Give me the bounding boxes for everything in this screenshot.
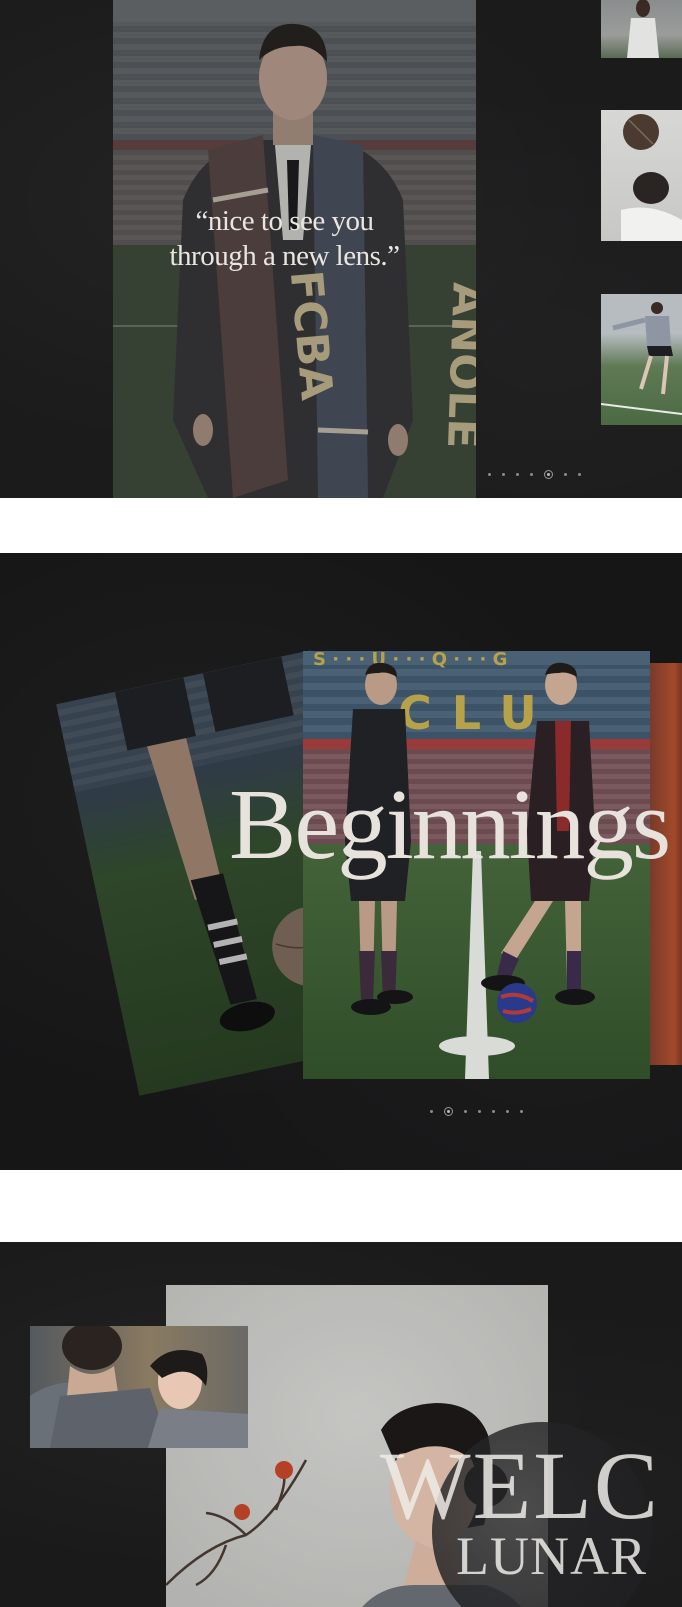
section-heading: Beginnings	[229, 768, 671, 880]
beginnings-section: CLU S · · · U · · · Q · · · G Beginnings	[0, 553, 682, 1170]
quote-section: FCBA ANOLE “nice to see you through a ne…	[0, 0, 682, 498]
thumbnail-player-ball[interactable]	[601, 110, 682, 241]
thumbnail-player-kick[interactable]	[601, 294, 682, 425]
carousel-dot[interactable]	[577, 473, 581, 476]
section-heading-line-2: LUNAR	[456, 1526, 647, 1586]
thumb-figure	[601, 302, 682, 415]
thumb-figure	[627, 0, 659, 58]
carousel-dot-active[interactable]	[543, 470, 553, 479]
carousel-dot[interactable]	[505, 1110, 509, 1113]
carousel-dots[interactable]	[482, 470, 586, 479]
carousel-dot[interactable]	[515, 473, 519, 476]
carousel-dot[interactable]	[519, 1110, 523, 1113]
thumb-figure	[621, 114, 682, 241]
thumbnail-player-standing[interactable]	[601, 0, 682, 58]
thumbnail-couple-embrace[interactable]	[30, 1326, 248, 1448]
carousel-dot[interactable]	[529, 473, 533, 476]
carousel-dots[interactable]	[424, 1107, 528, 1116]
lunar-section: WELC LUNAR	[0, 1242, 682, 1607]
quote-line-1: “nice to see you	[195, 205, 374, 237]
carousel-dot-active[interactable]	[443, 1107, 453, 1116]
quote-line-2: through a new lens.”	[169, 240, 401, 272]
carousel-dot[interactable]	[429, 1110, 433, 1113]
carousel-dot[interactable]	[463, 1110, 467, 1113]
carousel-dot[interactable]	[477, 1110, 481, 1113]
carousel-dot[interactable]	[501, 473, 505, 476]
quote-text: “nice to see you through a new lens.”	[113, 204, 456, 274]
section-heading-line-1: WELC	[380, 1432, 660, 1539]
carousel-dot[interactable]	[491, 1110, 495, 1113]
carousel-dot[interactable]	[487, 473, 491, 476]
carousel-dot[interactable]	[563, 473, 567, 476]
couple-figure	[30, 1326, 248, 1448]
